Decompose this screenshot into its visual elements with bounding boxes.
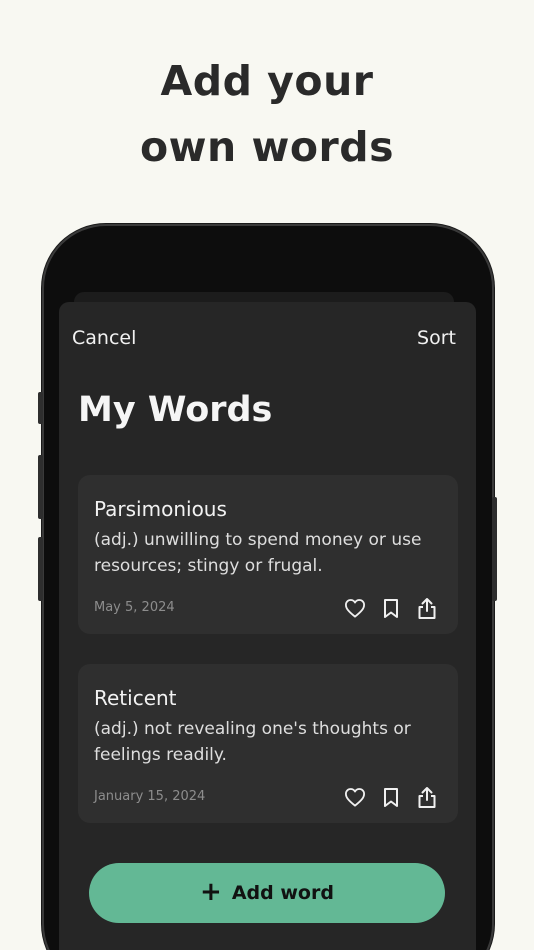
phone-side-button-power (492, 497, 497, 601)
add-word-button[interactable]: + Add word (89, 863, 445, 923)
headline: Add your own words (0, 48, 534, 180)
bookmark-icon[interactable] (380, 596, 402, 620)
word-title: Reticent (94, 686, 177, 710)
plus-icon: + (200, 876, 222, 907)
share-icon[interactable] (416, 785, 438, 809)
card-actions (344, 596, 438, 620)
heart-icon[interactable] (344, 785, 366, 809)
heart-icon[interactable] (344, 596, 366, 620)
share-icon[interactable] (416, 596, 438, 620)
bookmark-icon[interactable] (380, 785, 402, 809)
word-date: January 15, 2024 (94, 789, 206, 804)
word-title: Parsimonious (94, 497, 227, 521)
word-date: May 5, 2024 (94, 600, 175, 615)
headline-line-2: own words (139, 123, 395, 171)
marketing-page: Add your own words Cancel Sort My Words … (0, 0, 534, 950)
sort-button[interactable]: Sort (417, 326, 456, 350)
page-title: My Words (78, 390, 273, 430)
word-definition: (adj.) unwilling to spend money or use r… (94, 530, 422, 576)
cancel-button[interactable]: Cancel (72, 326, 136, 350)
words-sheet: Cancel Sort My Words Parsimonious (adj.)… (59, 302, 476, 950)
phone-side-button-volume-down (38, 537, 43, 601)
word-card[interactable]: Parsimonious (adj.) unwilling to spend m… (78, 475, 458, 634)
word-definition: (adj.) not revealing one's thoughts or f… (94, 719, 411, 765)
word-card[interactable]: Reticent (adj.) not revealing one's thou… (78, 664, 458, 823)
headline-line-1: Add your (160, 57, 374, 105)
card-actions (344, 785, 438, 809)
phone-side-button-mute (38, 392, 43, 424)
phone-side-button-volume-up (38, 455, 43, 519)
add-word-label: Add word (231, 882, 334, 904)
